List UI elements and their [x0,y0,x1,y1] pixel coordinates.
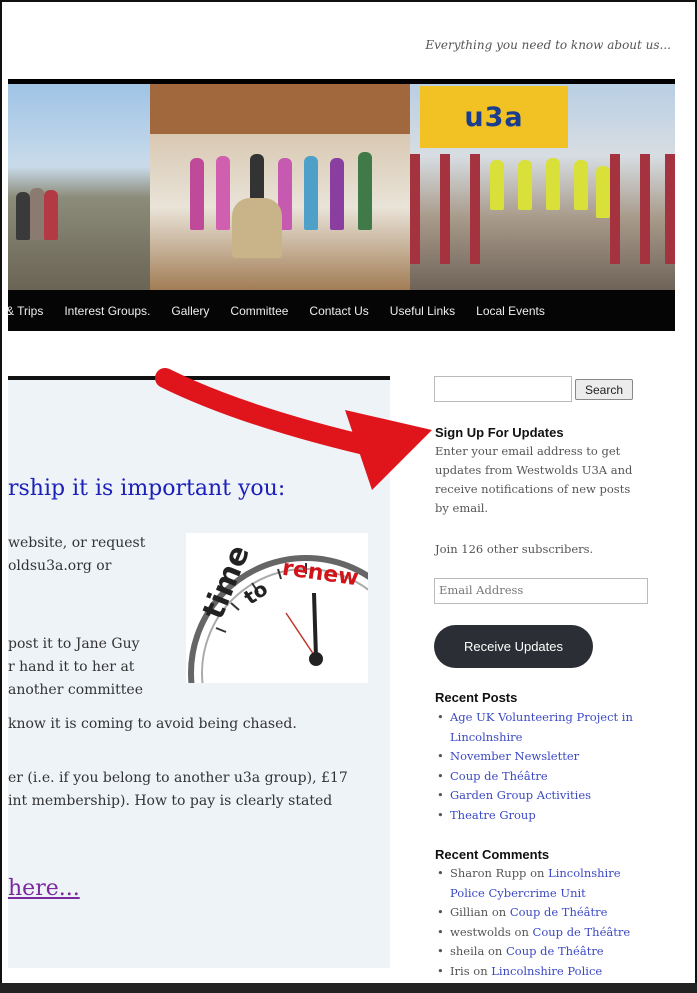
bottom-edge [0,983,697,993]
list-item: November Newsletter [437,747,647,767]
list-item: westwolds on Coup de Théâtre [437,923,647,943]
list-item: Sharon Rupp on Lincolnshire Police Cyber… [437,864,647,903]
list-item: sheila on Coup de Théâtre [437,942,647,962]
recent-post-link[interactable]: Garden Group Activities [450,788,591,802]
nav-item-committee[interactable]: Committee [230,304,288,318]
list-item: Coup de Théâtre [437,767,647,787]
recent-posts-title: Recent Posts [435,690,518,705]
renew-here-link[interactable]: here... [8,876,80,901]
page-heading: rship it is important you: [8,476,286,501]
list-item: Age UK Volunteering Project in Lincolnsh… [437,708,647,747]
recent-post-link[interactable]: Theatre Group [450,808,536,822]
time-to-renew-image: time to renew [186,533,368,683]
email-field[interactable]: Email Address [434,578,648,604]
nav-item-interest-groups[interactable]: Interest Groups. [64,304,150,318]
recent-post-link[interactable]: November Newsletter [450,749,579,763]
search-button[interactable]: Search [575,379,633,400]
body-line: oldsu3a.org or [8,558,112,574]
recent-posts-list: Age UK Volunteering Project in Lincolnsh… [437,708,647,825]
comment-post-link[interactable]: Coup de Théâtre [506,944,604,958]
body-line: know it is coming to avoid being chased. [8,716,297,732]
banner-photo-theatre [150,84,410,290]
nav-item-local-events[interactable]: Local Events [476,304,545,318]
main-nav: & Trips Interest Groups. Gallery Committ… [6,290,675,331]
search-input[interactable] [434,376,572,402]
receive-updates-button[interactable]: Receive Updates [434,625,593,668]
list-item: Gillian on Coup de Théâtre [437,903,647,923]
comment-author: Gillian [450,905,489,919]
banner-photo-cyclists: u3a [410,84,675,290]
comment-post-link[interactable]: Coup de Théâtre [533,925,631,939]
header-banner: u3a [8,84,675,290]
body-line: website, or request [8,535,146,551]
list-item: Garden Group Activities [437,786,647,806]
comment-author: westwolds [450,924,511,939]
recent-post-link[interactable]: Age UK Volunteering Project in Lincolnsh… [450,710,633,744]
nav-item-trips[interactable]: & Trips [6,304,43,318]
body-line: r hand it to her at [8,659,135,675]
nav-item-contact-us[interactable]: Contact Us [309,304,368,318]
site-tagline: Everything you need to know about us... [425,38,671,52]
nav-item-gallery[interactable]: Gallery [171,304,209,318]
body-line: int membership). How to pay is clearly s… [8,793,333,809]
signup-title: Sign Up For Updates [435,425,564,440]
comment-post-link[interactable]: Coup de Théâtre [510,905,608,919]
comment-author: Sharon Rupp [450,866,527,880]
recent-comments-title: Recent Comments [435,847,550,862]
body-line: er (i.e. if you belong to another u3a gr… [8,770,348,786]
banner-photo-walkers [8,84,150,290]
list-item: Theatre Group [437,806,647,826]
body-line: post it to Jane Guy [8,636,140,652]
recent-comments-list: Sharon Rupp on Lincolnshire Police Cyber… [437,864,647,981]
recent-post-link[interactable]: Coup de Théâtre [450,769,548,783]
u3a-logo: u3a [420,86,568,148]
list-item: Iris on Lincolnshire Police [437,962,647,982]
comment-author: Iris [450,963,470,978]
comment-author: sheila [450,944,485,958]
subscriber-count: Join 126 other subscribers. [435,542,594,556]
content-rule [8,376,390,380]
body-line: another committee [8,682,143,698]
signup-text: Enter your email address to get updates … [435,444,633,515]
comment-post-link[interactable]: Lincolnshire Police [491,964,602,978]
nav-item-useful-links[interactable]: Useful Links [390,304,455,318]
